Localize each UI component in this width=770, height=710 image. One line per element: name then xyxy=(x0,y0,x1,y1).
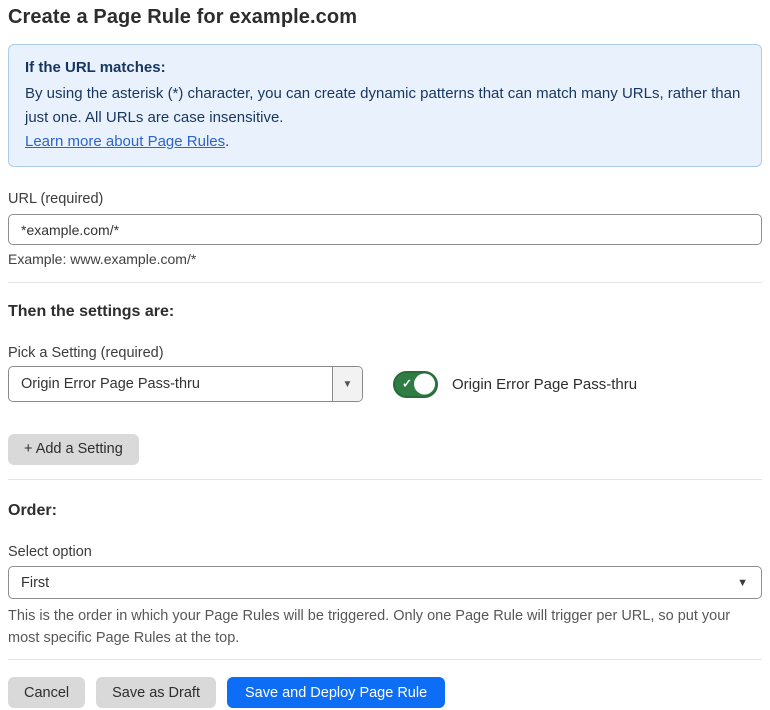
order-section-heading: Order: xyxy=(8,502,57,519)
pick-setting-label: Pick a Setting (required) xyxy=(8,345,164,361)
chevron-down-icon[interactable]: ▼ xyxy=(332,367,362,401)
link-period: . xyxy=(225,133,230,150)
order-select[interactable]: First ▼ xyxy=(8,566,762,599)
url-field-label: URL (required) xyxy=(8,191,104,207)
order-select-label: Select option xyxy=(8,544,92,560)
learn-more-link[interactable]: Learn more about Page Rules xyxy=(25,133,225,150)
setting-dropdown[interactable]: Origin Error Page Pass-thru ▼ xyxy=(8,366,363,402)
divider xyxy=(8,282,762,283)
setting-row: Origin Error Page Pass-thru ▼ ✓ Origin E… xyxy=(8,366,762,402)
toggle-knob xyxy=(414,373,435,395)
url-input[interactable] xyxy=(8,214,762,245)
cancel-button[interactable]: Cancel xyxy=(8,677,86,708)
save-as-draft-button[interactable]: Save as Draft xyxy=(96,677,216,708)
save-and-deploy-button[interactable]: Save and Deploy Page Rule xyxy=(226,677,446,708)
check-icon: ✓ xyxy=(402,376,413,391)
chevron-down-icon: ▼ xyxy=(737,576,748,589)
setting-toggle[interactable]: ✓ xyxy=(393,370,438,398)
url-example-text: Example: www.example.com/* xyxy=(8,251,197,267)
add-setting-button[interactable]: + Add a Setting xyxy=(8,434,139,465)
setting-dropdown-value: Origin Error Page Pass-thru xyxy=(21,376,200,392)
footer-actions: Cancel Save as Draft Save and Deploy Pag… xyxy=(8,677,762,708)
order-help-text: This is the order in which your Page Rul… xyxy=(8,608,731,646)
setting-toggle-wrap: ✓ Origin Error Page Pass-thru xyxy=(393,370,638,398)
info-box-body: By using the asterisk (*) character, you… xyxy=(25,85,741,126)
order-select-value: First xyxy=(21,574,50,591)
url-match-info-box: If the URL matches: By using the asteris… xyxy=(8,44,762,167)
settings-section-heading: Then the settings are: xyxy=(8,303,175,320)
setting-toggle-label: Origin Error Page Pass-thru xyxy=(452,375,638,393)
info-box-heading: If the URL matches: xyxy=(25,59,166,76)
info-box-link-line: Learn more about Page Rules. xyxy=(25,130,745,154)
page-title: Create a Page Rule for example.com xyxy=(8,6,358,28)
divider xyxy=(8,659,762,660)
divider xyxy=(8,479,762,480)
